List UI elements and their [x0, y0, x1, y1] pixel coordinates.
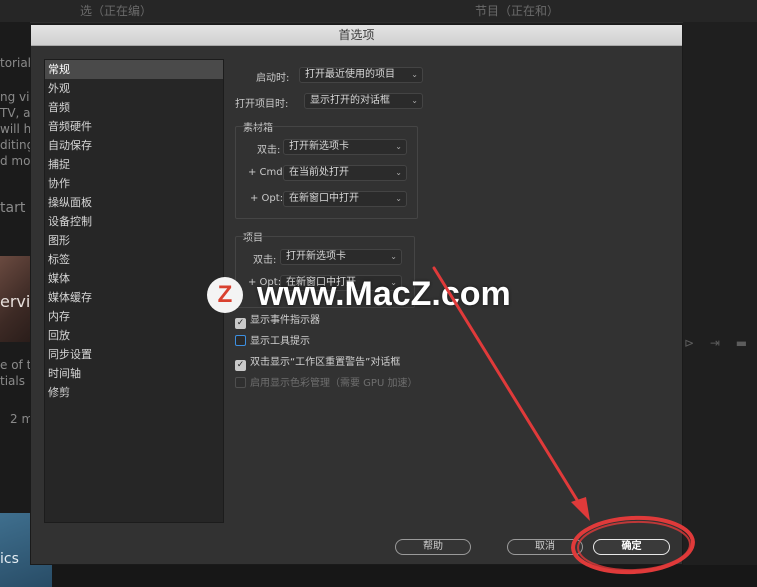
sidebar-item-sync-settings[interactable]: 同步设置	[45, 345, 223, 364]
watermark-text: www.MacZ.com	[257, 275, 511, 313]
bin-opt-value: 在新窗口中打开	[289, 193, 359, 204]
sidebar-item-graphics[interactable]: 图形	[45, 231, 223, 250]
chevron-down-icon: ⌄	[390, 252, 397, 261]
watermark: Zwww.MacZ.com	[207, 275, 511, 315]
sidebar-item-labels[interactable]: 标签	[45, 250, 223, 269]
background-text: torial	[0, 56, 30, 70]
sidebar-item-media-cache[interactable]: 媒体缓存	[45, 288, 223, 307]
project-double-click-dropdown[interactable]: 打开新选项卡 ⌄	[280, 249, 402, 265]
watermark-logo-icon: Z	[207, 276, 243, 313]
show-tooltips-checkbox[interactable]: 显示工具提示	[235, 332, 310, 348]
preferences-sidebar: 常规 外观 音频 音频硬件 自动保存 捕捉 协作 操纵面板 设备控制 图形 标签…	[44, 59, 224, 523]
sidebar-item-collaboration[interactable]: 协作	[45, 174, 223, 193]
bin-opt-dropdown[interactable]: 在新窗口中打开 ⌄	[283, 191, 407, 207]
checkbox-label: 显示事件指示器	[250, 315, 320, 326]
project-double-click-label: 双击:	[253, 255, 277, 266]
sidebar-item-general[interactable]: 常规	[45, 60, 223, 79]
background-text: ng vic	[0, 90, 30, 104]
ok-button[interactable]: 确定	[593, 539, 670, 555]
background-program-monitor	[683, 22, 757, 587]
background-text: will h	[0, 122, 30, 136]
bin-cmd-label: + Cmd:	[248, 167, 286, 178]
source-monitor-title: 选（正在编）	[80, 4, 153, 18]
bin-double-click-label: 双击:	[257, 145, 281, 156]
chevron-down-icon: ⌄	[411, 96, 418, 105]
startup-label: 启动时:	[256, 73, 290, 84]
sidebar-item-trim[interactable]: 修剪	[45, 383, 223, 402]
chevron-down-icon: ⌄	[395, 142, 402, 151]
background-text: tials	[0, 374, 25, 388]
open-project-value: 显示打开的对话框	[310, 95, 390, 106]
sidebar-item-timeline[interactable]: 时间轴	[45, 364, 223, 383]
bin-double-click-dropdown[interactable]: 打开新选项卡 ⌄	[283, 139, 407, 155]
sidebar-item-audio[interactable]: 音频	[45, 98, 223, 117]
open-project-label: 打开项目时:	[235, 99, 289, 110]
sidebar-item-playback[interactable]: 回放	[45, 326, 223, 345]
background-text: ervi	[0, 292, 30, 311]
checkbox-box	[235, 377, 246, 388]
checkbox-label: 启用显示色彩管理（需要 GPU 加速）	[250, 378, 418, 389]
chevron-down-icon: ⌄	[411, 70, 418, 79]
background-text: TV, ar	[0, 106, 30, 120]
background-text: d mor	[0, 154, 30, 168]
cancel-button[interactable]: 取消	[507, 539, 583, 555]
sidebar-item-media[interactable]: 媒体	[45, 269, 223, 288]
workspace-reset-warning-checkbox[interactable]: ✓ 双击显示“工作区重置警告”对话框	[235, 353, 401, 371]
chevron-down-icon: ⌄	[395, 168, 402, 177]
sidebar-item-device-control[interactable]: 设备控制	[45, 212, 223, 231]
background-text: 2 m	[10, 412, 32, 426]
sidebar-item-control-surface[interactable]: 操纵面板	[45, 193, 223, 212]
bin-opt-label: + Opt:	[250, 193, 284, 204]
sidebar-item-memory[interactable]: 内存	[45, 307, 223, 326]
sidebar-item-auto-save[interactable]: 自动保存	[45, 136, 223, 155]
display-color-management-checkbox: 启用显示色彩管理（需要 GPU 加速）	[235, 374, 417, 390]
checkbox-label: 显示工具提示	[250, 336, 310, 347]
checkmark-icon: ✓	[235, 318, 246, 329]
startup-value: 打开最近使用的项目	[305, 69, 395, 80]
background-text: tart	[0, 200, 26, 216]
dialog-title: 首选项	[31, 25, 682, 46]
bin-cmd-dropdown[interactable]: 在当前处打开 ⌄	[283, 165, 407, 181]
help-button[interactable]: 帮助	[395, 539, 471, 555]
background-text: e of th	[0, 358, 30, 372]
background-header: 选（正在编） 节目（正在和）	[0, 0, 757, 23]
checkbox-label: 双击显示“工作区重置警告”对话框	[250, 357, 401, 368]
thumbnail-label: ics	[0, 551, 19, 567]
open-project-dropdown[interactable]: 显示打开的对话框 ⌄	[304, 93, 423, 109]
checkbox-box	[235, 335, 246, 346]
checkmark-icon: ✓	[235, 360, 246, 371]
program-monitor-title: 节目（正在和）	[475, 4, 560, 18]
sidebar-item-capture[interactable]: 捕捉	[45, 155, 223, 174]
sidebar-item-appearance[interactable]: 外观	[45, 79, 223, 98]
chevron-down-icon: ⌄	[395, 194, 402, 203]
project-double-click-value: 打开新选项卡	[286, 251, 346, 262]
background-text: diting,	[0, 138, 30, 152]
bin-double-click-value: 打开新选项卡	[289, 141, 349, 152]
transport-controls-icon[interactable]: ⊳ ⇥ ▬	[684, 336, 753, 350]
sidebar-item-audio-hardware[interactable]: 音频硬件	[45, 117, 223, 136]
background-timeline-strip	[52, 565, 757, 587]
startup-dropdown[interactable]: 打开最近使用的项目 ⌄	[299, 67, 423, 83]
bin-cmd-value: 在当前处打开	[289, 167, 349, 178]
